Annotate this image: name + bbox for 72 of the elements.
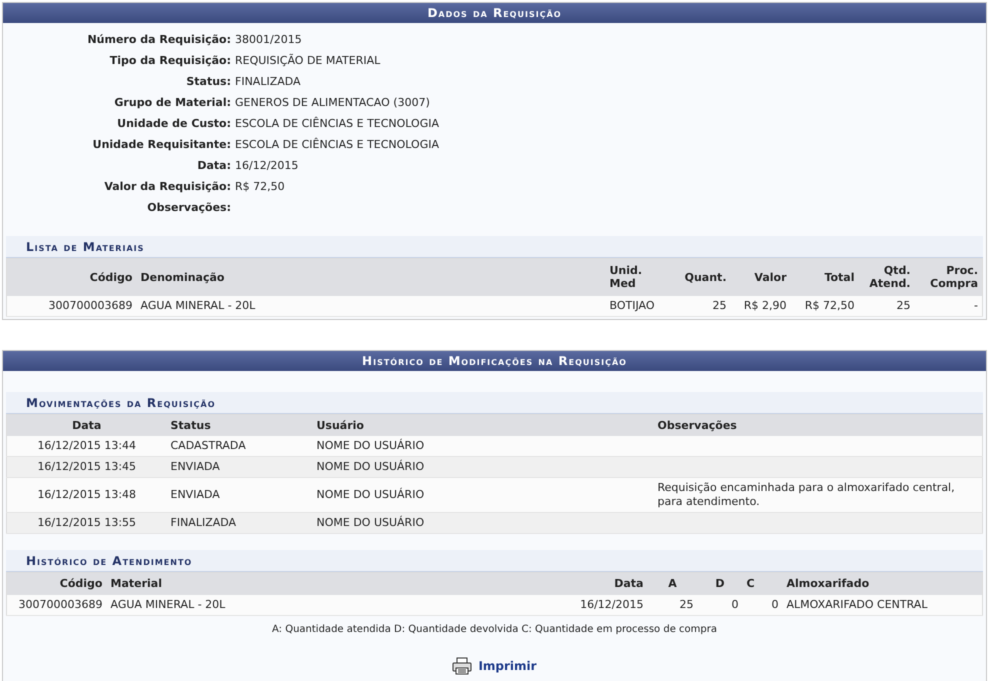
field-value: R$ 72,50 xyxy=(235,180,285,193)
table-cell: 300700003689 xyxy=(18,598,102,610)
table-cell: Requisição encaminhada para o almoxarifado central, para atendimento. xyxy=(658,481,955,508)
table-cell: ENVIADA xyxy=(170,488,220,501)
column-header: Denominação xyxy=(136,258,606,296)
table-cell: FINALIZADA xyxy=(170,516,236,529)
column-header: C xyxy=(742,572,782,594)
column-header: Proc. Compra xyxy=(914,258,982,296)
section-title: Movimentações da Requisição xyxy=(6,392,983,414)
table-cell: 0 xyxy=(772,598,778,610)
column-header: Data xyxy=(568,572,648,594)
field-value: ESCOLA DE CIÊNCIAS E TECNOLOGIA xyxy=(235,138,439,151)
table-cell: ALMOXARIFADO CENTRAL xyxy=(786,598,928,610)
column-header: A xyxy=(648,572,698,594)
table-cell: CADASTRADA xyxy=(170,439,246,452)
column-header: Qtd. Atend. xyxy=(858,258,914,296)
column-header: Unid. Med xyxy=(606,258,670,296)
printer-icon xyxy=(452,657,472,675)
field-label: Unidade de Custo: xyxy=(117,117,231,130)
table-cell: 0 xyxy=(732,598,738,610)
panel-title: Histórico de Modificações na Requisição xyxy=(3,350,986,370)
table-cell: 25 xyxy=(680,598,694,610)
print-link[interactable]: Imprimir xyxy=(478,657,537,675)
table-cell: R$ 2,90 xyxy=(744,298,786,312)
field-label: Data: xyxy=(197,159,231,172)
table-cell: NOME DO USUÁRIO xyxy=(316,516,424,529)
table-cell: 300700003689 xyxy=(48,298,132,312)
column-header: Total xyxy=(790,258,858,296)
column-header: Código xyxy=(6,572,106,594)
field-value: REQUISIÇÃO DE MATERIAL xyxy=(235,54,380,67)
field-label: Tipo da Requisição: xyxy=(110,54,231,67)
table-cell: AGUA MINERAL - 20L xyxy=(110,598,226,610)
field-label: Observações: xyxy=(147,201,231,214)
table-cell: NOME DO USUÁRIO xyxy=(316,488,424,501)
panel-title: Dados da Requisição xyxy=(3,3,986,23)
table-cell: 16/12/2015 13:48 xyxy=(37,488,136,501)
section-title: Histórico de Atendimento xyxy=(6,550,983,572)
table-cell: AGUA MINERAL - 20L xyxy=(140,298,256,312)
table-cell: BOTIJAO xyxy=(610,298,655,312)
table-cell: 25 xyxy=(712,298,726,312)
table-cell: NOME DO USUÁRIO xyxy=(316,460,424,473)
field-value: FINALIZADA xyxy=(235,75,301,88)
table-cell: R$ 72,50 xyxy=(804,298,854,312)
column-header: Quant. xyxy=(670,258,730,296)
column-header: Status xyxy=(166,414,312,436)
field-value: 38001/2015 xyxy=(235,33,302,46)
column-header: Almoxarifado xyxy=(782,572,982,594)
column-header: Usuário xyxy=(312,414,654,436)
field-label: Grupo de Material: xyxy=(114,96,231,109)
field-value: GENEROS DE ALIMENTACAO (3007) xyxy=(235,96,430,109)
field-label: Unidade Requisitante: xyxy=(92,138,231,151)
field-value: 16/12/2015 xyxy=(235,159,298,172)
table-cell: 16/12/2015 13:55 xyxy=(37,516,136,529)
field-label: Valor da Requisição: xyxy=(104,180,231,193)
section-title: Lista de Materiais xyxy=(6,236,983,258)
table-cell: NOME DO USUÁRIO xyxy=(316,439,424,452)
column-header: D xyxy=(698,572,742,594)
table-cell: 16/12/2015 13:44 xyxy=(37,439,136,452)
column-header: Observações xyxy=(654,414,982,436)
column-header: Material xyxy=(106,572,568,594)
field-label: Número da Requisição: xyxy=(87,33,231,46)
table-cell: 16/12/2015 xyxy=(580,598,644,610)
column-header: Data xyxy=(6,414,166,436)
field-value: ESCOLA DE CIÊNCIAS E TECNOLOGIA xyxy=(235,117,439,130)
table-cell: 25 xyxy=(896,298,910,312)
table-cell: - xyxy=(974,298,978,312)
table-cell: 16/12/2015 13:45 xyxy=(37,460,136,473)
column-header: Código xyxy=(6,258,136,296)
legend-text: A: Quantidade atendida D: Quantidade devolvida C: Quantidade em processo de compra xyxy=(272,624,717,634)
field-label: Status: xyxy=(186,75,231,88)
table-cell: ENVIADA xyxy=(170,460,220,473)
column-header: Valor xyxy=(730,258,790,296)
